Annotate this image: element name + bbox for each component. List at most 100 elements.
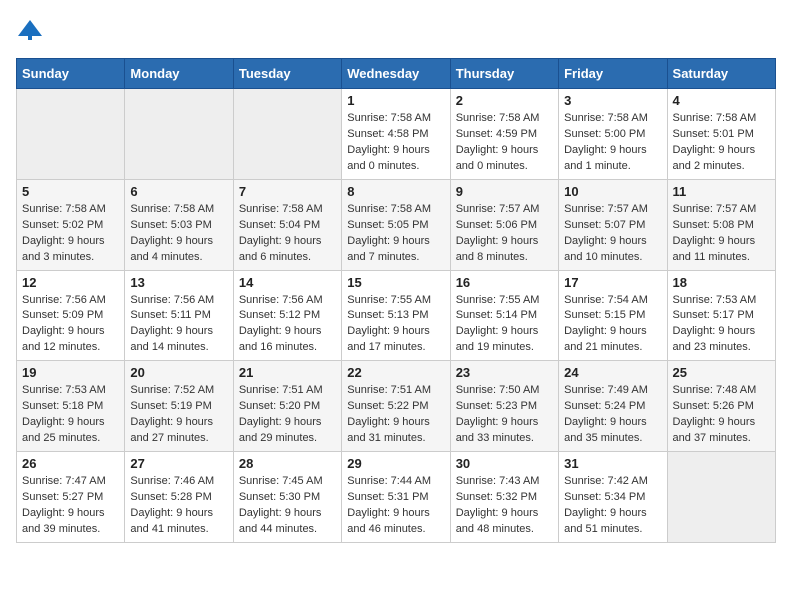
calendar-cell: 16 Sunrise: 7:55 AM Sunset: 5:14 PM Dayli… bbox=[450, 270, 558, 361]
logo bbox=[16, 16, 48, 44]
day-info: Sunrise: 7:56 AM Sunset: 5:12 PM Dayligh… bbox=[239, 293, 336, 357]
calendar-cell bbox=[667, 452, 775, 543]
day-info: Sunrise: 7:56 AM Sunset: 5:09 PM Dayligh… bbox=[22, 293, 119, 357]
calendar-cell: 23 Sunrise: 7:50 AM Sunset: 5:23 PM Dayli… bbox=[450, 361, 558, 452]
calendar-cell: 25 Sunrise: 7:48 AM Sunset: 5:26 PM Dayli… bbox=[667, 361, 775, 452]
week-row-5: 26 Sunrise: 7:47 AM Sunset: 5:27 PM Dayli… bbox=[17, 452, 776, 543]
calendar-cell: 27 Sunrise: 7:46 AM Sunset: 5:28 PM Dayli… bbox=[125, 452, 233, 543]
day-info: Sunrise: 7:58 AM Sunset: 5:05 PM Dayligh… bbox=[347, 202, 444, 266]
day-number: 2 bbox=[456, 93, 553, 108]
day-number: 22 bbox=[347, 365, 444, 380]
calendar-cell: 21 Sunrise: 7:51 AM Sunset: 5:20 PM Dayli… bbox=[233, 361, 341, 452]
day-number: 26 bbox=[22, 456, 119, 471]
day-number: 8 bbox=[347, 184, 444, 199]
day-info: Sunrise: 7:58 AM Sunset: 5:04 PM Dayligh… bbox=[239, 202, 336, 266]
day-number: 18 bbox=[673, 275, 770, 290]
day-info: Sunrise: 7:57 AM Sunset: 5:08 PM Dayligh… bbox=[673, 202, 770, 266]
day-number: 30 bbox=[456, 456, 553, 471]
day-info: Sunrise: 7:58 AM Sunset: 4:58 PM Dayligh… bbox=[347, 111, 444, 175]
day-info: Sunrise: 7:52 AM Sunset: 5:19 PM Dayligh… bbox=[130, 383, 227, 447]
calendar-cell: 15 Sunrise: 7:55 AM Sunset: 5:13 PM Dayli… bbox=[342, 270, 450, 361]
header-day-sunday: Sunday bbox=[17, 59, 125, 89]
week-row-2: 5 Sunrise: 7:58 AM Sunset: 5:02 PM Daylig… bbox=[17, 179, 776, 270]
calendar-cell: 28Sunrise: 7:45 AM Sunset: 5:30 PM Dayli… bbox=[233, 452, 341, 543]
day-info: Sunrise: 7:46 AM Sunset: 5:28 PM Dayligh… bbox=[130, 474, 227, 538]
calendar-cell: 2 Sunrise: 7:58 AM Sunset: 4:59 PM Daylig… bbox=[450, 89, 558, 180]
header-day-thursday: Thursday bbox=[450, 59, 558, 89]
calendar-cell: 4 Sunrise: 7:58 AM Sunset: 5:01 PM Daylig… bbox=[667, 89, 775, 180]
day-info: Sunrise: 7:43 AM Sunset: 5:32 PM Dayligh… bbox=[456, 474, 553, 538]
header-day-monday: Monday bbox=[125, 59, 233, 89]
day-number: 1 bbox=[347, 93, 444, 108]
day-number: 19 bbox=[22, 365, 119, 380]
calendar-cell: 9 Sunrise: 7:57 AM Sunset: 5:06 PM Daylig… bbox=[450, 179, 558, 270]
calendar-cell: 20Sunrise: 7:52 AM Sunset: 5:19 PM Dayli… bbox=[125, 361, 233, 452]
calendar-cell: 19 Sunrise: 7:53 AM Sunset: 5:18 PM Dayli… bbox=[17, 361, 125, 452]
week-row-1: 1 Sunrise: 7:58 AM Sunset: 4:58 PM Daylig… bbox=[17, 89, 776, 180]
day-info: Sunrise: 7:57 AM Sunset: 5:06 PM Dayligh… bbox=[456, 202, 553, 266]
day-info: Sunrise: 7:56 AM Sunset: 5:11 PM Dayligh… bbox=[130, 293, 227, 357]
day-number: 25 bbox=[673, 365, 770, 380]
header-day-wednesday: Wednesday bbox=[342, 59, 450, 89]
day-info: Sunrise: 7:57 AM Sunset: 5:07 PM Dayligh… bbox=[564, 202, 661, 266]
day-info: Sunrise: 7:54 AM Sunset: 5:15 PM Dayligh… bbox=[564, 293, 661, 357]
day-number: 17 bbox=[564, 275, 661, 290]
day-number: 24 bbox=[564, 365, 661, 380]
day-number: 10 bbox=[564, 184, 661, 199]
day-info: Sunrise: 7:53 AM Sunset: 5:17 PM Dayligh… bbox=[673, 293, 770, 357]
header-day-saturday: Saturday bbox=[667, 59, 775, 89]
day-number: 16 bbox=[456, 275, 553, 290]
calendar-cell bbox=[233, 89, 341, 180]
day-number: 9 bbox=[456, 184, 553, 199]
day-info: Sunrise: 7:50 AM Sunset: 5:23 PM Dayligh… bbox=[456, 383, 553, 447]
day-number: 13 bbox=[130, 275, 227, 290]
day-number: 21 bbox=[239, 365, 336, 380]
day-info: Sunrise: 7:58 AM Sunset: 5:01 PM Dayligh… bbox=[673, 111, 770, 175]
calendar-cell: 7 Sunrise: 7:58 AM Sunset: 5:04 PM Daylig… bbox=[233, 179, 341, 270]
calendar-cell: 26 Sunrise: 7:47 AM Sunset: 5:27 PM Dayli… bbox=[17, 452, 125, 543]
calendar-cell bbox=[125, 89, 233, 180]
day-number: 6 bbox=[130, 184, 227, 199]
calendar-header: SundayMondayTuesdayWednesdayThursdayFrid… bbox=[17, 59, 776, 89]
day-number: 5 bbox=[22, 184, 119, 199]
page-header bbox=[16, 16, 776, 44]
calendar-cell: 5 Sunrise: 7:58 AM Sunset: 5:02 PM Daylig… bbox=[17, 179, 125, 270]
calendar-cell: 1 Sunrise: 7:58 AM Sunset: 4:58 PM Daylig… bbox=[342, 89, 450, 180]
day-number: 11 bbox=[673, 184, 770, 199]
day-info: Sunrise: 7:58 AM Sunset: 5:00 PM Dayligh… bbox=[564, 111, 661, 175]
day-info: Sunrise: 7:47 AM Sunset: 5:27 PM Dayligh… bbox=[22, 474, 119, 538]
header-day-tuesday: Tuesday bbox=[233, 59, 341, 89]
day-info: Sunrise: 7:44 AM Sunset: 5:31 PM Dayligh… bbox=[347, 474, 444, 538]
day-info: Sunrise: 7:58 AM Sunset: 4:59 PM Dayligh… bbox=[456, 111, 553, 175]
day-number: 23 bbox=[456, 365, 553, 380]
day-info: Sunrise: 7:51 AM Sunset: 5:22 PM Dayligh… bbox=[347, 383, 444, 447]
day-number: 3 bbox=[564, 93, 661, 108]
calendar-cell: 18 Sunrise: 7:53 AM Sunset: 5:17 PM Dayli… bbox=[667, 270, 775, 361]
day-number: 12 bbox=[22, 275, 119, 290]
day-number: 15 bbox=[347, 275, 444, 290]
day-info: Sunrise: 7:55 AM Sunset: 5:13 PM Dayligh… bbox=[347, 293, 444, 357]
day-number: 4 bbox=[673, 93, 770, 108]
day-number: 14 bbox=[239, 275, 336, 290]
calendar-cell bbox=[17, 89, 125, 180]
calendar-cell: 6 Sunrise: 7:58 AM Sunset: 5:03 PM Daylig… bbox=[125, 179, 233, 270]
day-info: Sunrise: 7:58 AM Sunset: 5:02 PM Dayligh… bbox=[22, 202, 119, 266]
logo-icon bbox=[16, 16, 44, 44]
day-info: Sunrise: 7:42 AM Sunset: 5:34 PM Dayligh… bbox=[564, 474, 661, 538]
day-number: 27 bbox=[130, 456, 227, 471]
day-info: Sunrise: 7:53 AM Sunset: 5:18 PM Dayligh… bbox=[22, 383, 119, 447]
calendar-body: 1 Sunrise: 7:58 AM Sunset: 4:58 PM Daylig… bbox=[17, 89, 776, 543]
day-number: 7 bbox=[239, 184, 336, 199]
calendar-cell: 31Sunrise: 7:42 AM Sunset: 5:34 PM Dayli… bbox=[559, 452, 667, 543]
calendar-cell: 10 Sunrise: 7:57 AM Sunset: 5:07 PM Dayli… bbox=[559, 179, 667, 270]
week-row-4: 19 Sunrise: 7:53 AM Sunset: 5:18 PM Dayli… bbox=[17, 361, 776, 452]
day-info: Sunrise: 7:51 AM Sunset: 5:20 PM Dayligh… bbox=[239, 383, 336, 447]
day-info: Sunrise: 7:58 AM Sunset: 5:03 PM Dayligh… bbox=[130, 202, 227, 266]
calendar-cell: 13 Sunrise: 7:56 AM Sunset: 5:11 PM Dayli… bbox=[125, 270, 233, 361]
day-info: Sunrise: 7:55 AM Sunset: 5:14 PM Dayligh… bbox=[456, 293, 553, 357]
day-info: Sunrise: 7:48 AM Sunset: 5:26 PM Dayligh… bbox=[673, 383, 770, 447]
week-row-3: 12 Sunrise: 7:56 AM Sunset: 5:09 PM Dayli… bbox=[17, 270, 776, 361]
calendar-cell: 17 Sunrise: 7:54 AM Sunset: 5:15 PM Dayli… bbox=[559, 270, 667, 361]
calendar-cell: 12 Sunrise: 7:56 AM Sunset: 5:09 PM Dayli… bbox=[17, 270, 125, 361]
day-info: Sunrise: 7:45 AM Sunset: 5:30 PM Dayligh… bbox=[239, 474, 336, 538]
